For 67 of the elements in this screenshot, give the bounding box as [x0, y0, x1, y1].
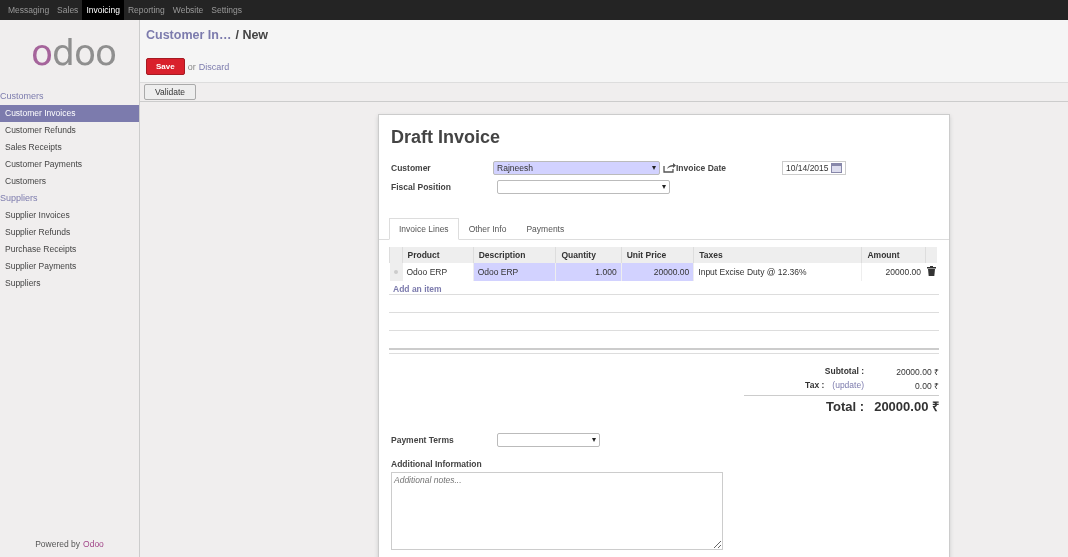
sidebar-item[interactable]: Customer Invoices [0, 105, 139, 122]
table-cell: 1.000 [555, 263, 622, 281]
total-label: Total : [825, 398, 864, 414]
menu-item[interactable]: Settings [207, 0, 247, 20]
column-header: Taxes [693, 247, 862, 263]
tab[interactable]: Payments [516, 218, 575, 240]
menu-item[interactable]: Sales [53, 0, 83, 20]
field-label: Fiscal Position [391, 181, 452, 192]
subtotal-label: Subtotal : [824, 366, 864, 376]
sidebar-item[interactable]: Supplier Invoices [0, 207, 139, 224]
dropdown-field[interactable]: Rajneesh [493, 160, 660, 175]
column-header: Amount [861, 247, 925, 263]
discard-link[interactable]: Discard [198, 61, 230, 72]
validate-button[interactable]: Validate [144, 84, 197, 100]
save-button[interactable]: Save [146, 58, 185, 75]
menu-item[interactable]: Reporting [123, 0, 169, 20]
total-value: 20000.00 ₹ [873, 398, 939, 415]
sidebar-item[interactable]: Supplier Payments [0, 258, 139, 275]
table-header-cell [925, 247, 937, 263]
dropdown-field[interactable] [497, 179, 670, 194]
menu-item[interactable]: Messaging [4, 0, 54, 20]
add-item-link[interactable]: Add an item [393, 284, 949, 294]
section-heading: Suppliers [0, 192, 39, 205]
table-cell: 20000.00 [861, 263, 925, 281]
sidebar-item[interactable]: Supplier Refunds [0, 224, 139, 241]
caret-icon [662, 184, 666, 189]
tab[interactable]: Other Info [458, 218, 517, 240]
field-label: Customer [391, 162, 432, 173]
column-header: Description [473, 247, 556, 263]
breadcrumb-current: / New [235, 28, 269, 42]
update-link[interactable]: (update) [832, 380, 864, 390]
tab[interactable]: Invoice Lines [389, 218, 459, 240]
table-cell: Input Excise Duty @ 12.36% [693, 263, 862, 281]
subtotal-value: 20000.00 ₹ [895, 365, 939, 377]
tax-value: 0.00 ₹ [914, 379, 939, 391]
section-heading: Customers [0, 90, 45, 103]
external-link-icon[interactable] [663, 162, 676, 173]
sidebar-item[interactable]: Customer Refunds [0, 122, 139, 139]
sidebar-item[interactable]: Customers [0, 173, 139, 190]
field-label: Payment Terms [391, 434, 455, 445]
tax-label: Tax : [805, 380, 825, 390]
invoice-title: Draft Invoice [391, 127, 502, 148]
column-header: Unit Price [621, 247, 694, 263]
odoo-logo: odoo [30, 31, 117, 75]
sidebar-item[interactable]: Suppliers [0, 275, 139, 292]
sidebar-item[interactable]: Purchase Receipts [0, 241, 139, 258]
menu-item[interactable]: Website [168, 0, 208, 20]
odoo-link[interactable]: Odoo [83, 539, 104, 549]
sidebar-item[interactable]: Customer Payments [0, 156, 139, 173]
trash-icon[interactable] [926, 266, 936, 276]
table-cell: Odoo ERP [473, 263, 556, 281]
column-header: Quantity [555, 247, 622, 263]
menu-item[interactable]: Invoicing [82, 0, 124, 20]
or-text: or [187, 61, 196, 72]
powered-by-text: Powered by [35, 539, 81, 549]
notes-field[interactable]: Additional notes... [391, 472, 723, 550]
column-header: Product [402, 247, 474, 263]
breadcrumb-link[interactable]: Customer In… [146, 28, 232, 42]
field-label: Additional Information [391, 459, 483, 469]
calendar-icon[interactable] [831, 162, 842, 173]
table-cell: 20000.00 [621, 263, 694, 281]
caret-icon [592, 437, 596, 442]
sidebar-item[interactable]: Sales Receipts [0, 139, 139, 156]
date-field[interactable]: 10/14/2015 [782, 160, 846, 175]
dropdown-field[interactable] [497, 432, 600, 447]
field-label: Invoice Date [676, 162, 728, 173]
caret-icon [652, 165, 656, 170]
